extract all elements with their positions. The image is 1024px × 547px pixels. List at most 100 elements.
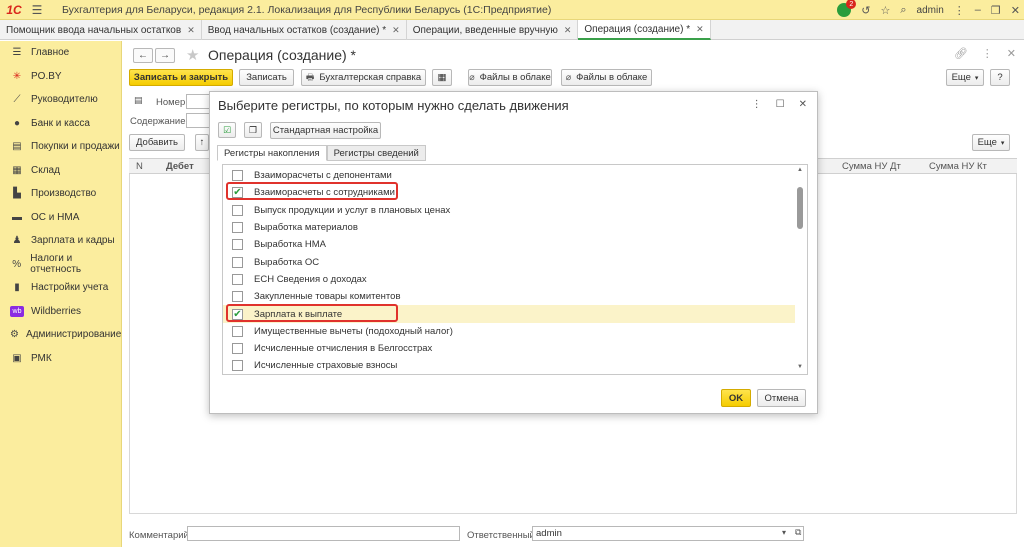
sidebar-item-fixed-assets[interactable]: ▬ ОС и НМА [0,206,121,230]
paperclip-icon: ⌀ [469,72,475,82]
close-tab-icon[interactable]: ✕ [564,25,572,36]
close-icon[interactable]: ✕ [799,99,807,110]
sidebar-item-admin[interactable]: ⚙ Администрирование [0,323,121,347]
close-tab-icon[interactable]: ✕ [392,25,400,36]
help-button[interactable]: ? [990,69,1010,86]
register-icon: ▣ [12,352,22,364]
tab-information-registers[interactable]: Регистры сведений [326,145,426,161]
back-arrow-icon[interactable]: ← [133,48,153,63]
main-menu-icon[interactable]: ☰ [28,0,46,20]
sidebar-item-label: PO.BY [31,70,62,82]
ok-button[interactable]: OK [721,389,751,407]
tab-start-balances[interactable]: Ввод начальных остатков (создание) * ✕ [202,20,407,40]
user-name[interactable]: admin [917,5,944,16]
close-form-icon[interactable]: ✕ [1007,47,1016,60]
close-tab-icon[interactable]: ✕ [187,25,195,36]
checkbox[interactable] [232,170,243,182]
sidebar-item-main[interactable]: ☰ Главное [0,41,121,65]
scroll-down-icon[interactable]: ▼ [796,364,804,370]
checkbox[interactable] [232,325,243,337]
sidebar-item-warehouse[interactable]: ▦ Склад [0,159,121,183]
scroll-thumb[interactable] [797,187,803,229]
cart-icon: ▤ [12,141,22,153]
tab-manual-operations[interactable]: Операции, введенные вручную ✕ [407,20,579,40]
scroll-up-icon[interactable]: ▲ [796,167,804,173]
files-cloud-button-1[interactable]: ⌀ Файлы в облаке [468,69,552,86]
sidebar-item-rmk[interactable]: ▣ РМК [0,347,121,371]
settings-menu-icon[interactable]: ⋮ [954,4,965,17]
dialog-title: Выберите регистры, по которым нужно сдел… [218,98,569,113]
sidebar-item-bank[interactable]: ● Банк и касса [0,112,121,136]
sidebar-item-production[interactable]: ▙ Производство [0,182,121,206]
highlight-box [226,304,398,322]
sidebar-item-poby[interactable]: ✳ PO.BY [0,65,121,89]
uncheck-all-icon[interactable]: ❐ [244,122,262,138]
history-icon[interactable]: ↺ [861,4,870,17]
link-icon[interactable]: 🔗︎ [954,47,968,60]
favorite-star-icon[interactable]: ★ [186,46,199,64]
tab-start-assistant[interactable]: Помощник ввода начальных остатков ✕ [0,20,202,40]
forward-arrow-icon[interactable]: → [155,48,175,63]
more-vert-icon[interactable]: ⋮ [982,47,993,60]
checkbox[interactable] [232,204,243,216]
more-vert-icon[interactable]: ⋮ [752,99,762,110]
sidebar-item-purchases-sales[interactable]: ▤ Покупки и продажи [0,135,121,159]
add-button[interactable]: Добавить [129,134,185,151]
col-sum-nu-kt: Сумма НУ Кт [929,161,987,172]
restore-icon[interactable]: ❐ [991,4,1001,17]
table-more-button[interactable]: Еще ▾ [972,134,1010,151]
favorites-star-icon[interactable]: ☆ [880,4,890,17]
list-item[interactable]: Выработка ОС [223,254,795,271]
checkbox[interactable] [232,239,243,251]
list-item[interactable]: Исчисленные страховые взносы [223,357,795,374]
chevron-down-icon: ▾ [974,74,979,82]
checkbox[interactable] [232,360,243,372]
responsible-field[interactable]: admin [532,526,804,541]
standard-settings-button[interactable]: Стандартная настройка [270,122,381,139]
checkbox[interactable] [232,343,243,355]
close-window-icon[interactable]: ✕ [1011,4,1020,17]
checkbox[interactable] [232,273,243,285]
accounting-cert-button[interactable]: 🖶︎ Бухгалтерская справка [301,69,426,86]
list-item[interactable]: Выработка материалов [223,219,795,236]
sidebar-item-manager[interactable]: ⟋ Руководителю [0,88,121,112]
checkbox[interactable] [232,222,243,234]
maximize-icon[interactable]: ☐ [776,99,785,110]
more-button[interactable]: Еще ▾ [946,69,984,86]
number-field[interactable] [186,94,210,109]
printer-icon: 🖶︎ [305,71,315,82]
files-cloud-button-2[interactable]: ⌀ Файлы в облаке [561,69,652,86]
tab-accumulation-registers[interactable]: Регистры накопления [217,145,327,161]
register-label: Исчисленные отчисления в Белгосстрах [254,343,433,355]
sidebar-item-wildberries[interactable]: wb Wildberries [0,300,121,324]
content-field[interactable] [186,113,210,128]
list-item[interactable]: ЕСН Сведения о доходах [223,271,795,288]
minimize-icon[interactable]: – [975,4,981,16]
sidebar-item-taxes[interactable]: % Налоги и отчетность [0,253,121,277]
checkbox[interactable] [232,291,243,303]
tab-label: Операция (создание) * [584,23,691,35]
coin-icon: ● [13,117,21,129]
open-icon[interactable]: ⧉ [795,527,801,538]
sidebar-item-settings[interactable]: ▮ Настройки учета [0,276,121,300]
cancel-button[interactable]: Отмена [757,389,806,407]
save-and-close-button[interactable]: Записать и закрыть [129,69,233,86]
list-item[interactable]: Имущественные вычеты (подоходный налог) [223,323,795,340]
notifications-icon[interactable]: 2 [837,0,857,17]
check-all-icon[interactable]: ☑ [218,122,236,138]
up-arrow-icon[interactable]: ↑ [195,134,209,151]
search-icon[interactable]: ⌕ [900,4,906,17]
list-item[interactable]: Исчисленные отчисления в Белгосстрах [223,340,795,357]
checkbox[interactable] [232,256,243,268]
sidebar-item-payroll[interactable]: ♟ Зарплата и кадры [0,229,121,253]
structure-icon[interactable]: ▦ [432,69,452,86]
list-item[interactable]: Закупленные товары комитентов [223,288,795,305]
list-item[interactable]: Выпуск продукции и услуг в плановых цена… [223,202,795,219]
close-tab-icon[interactable]: ✕ [696,24,704,35]
scrollbar[interactable]: ▲ ▼ [796,167,804,372]
save-button[interactable]: Записать [239,69,294,86]
comment-field[interactable] [187,526,460,541]
list-item[interactable]: Выработка НМА [223,236,795,253]
tab-operation-create[interactable]: Операция (создание) * ✕ [578,20,711,40]
dropdown-arrow-icon[interactable]: ▾ [782,528,786,537]
